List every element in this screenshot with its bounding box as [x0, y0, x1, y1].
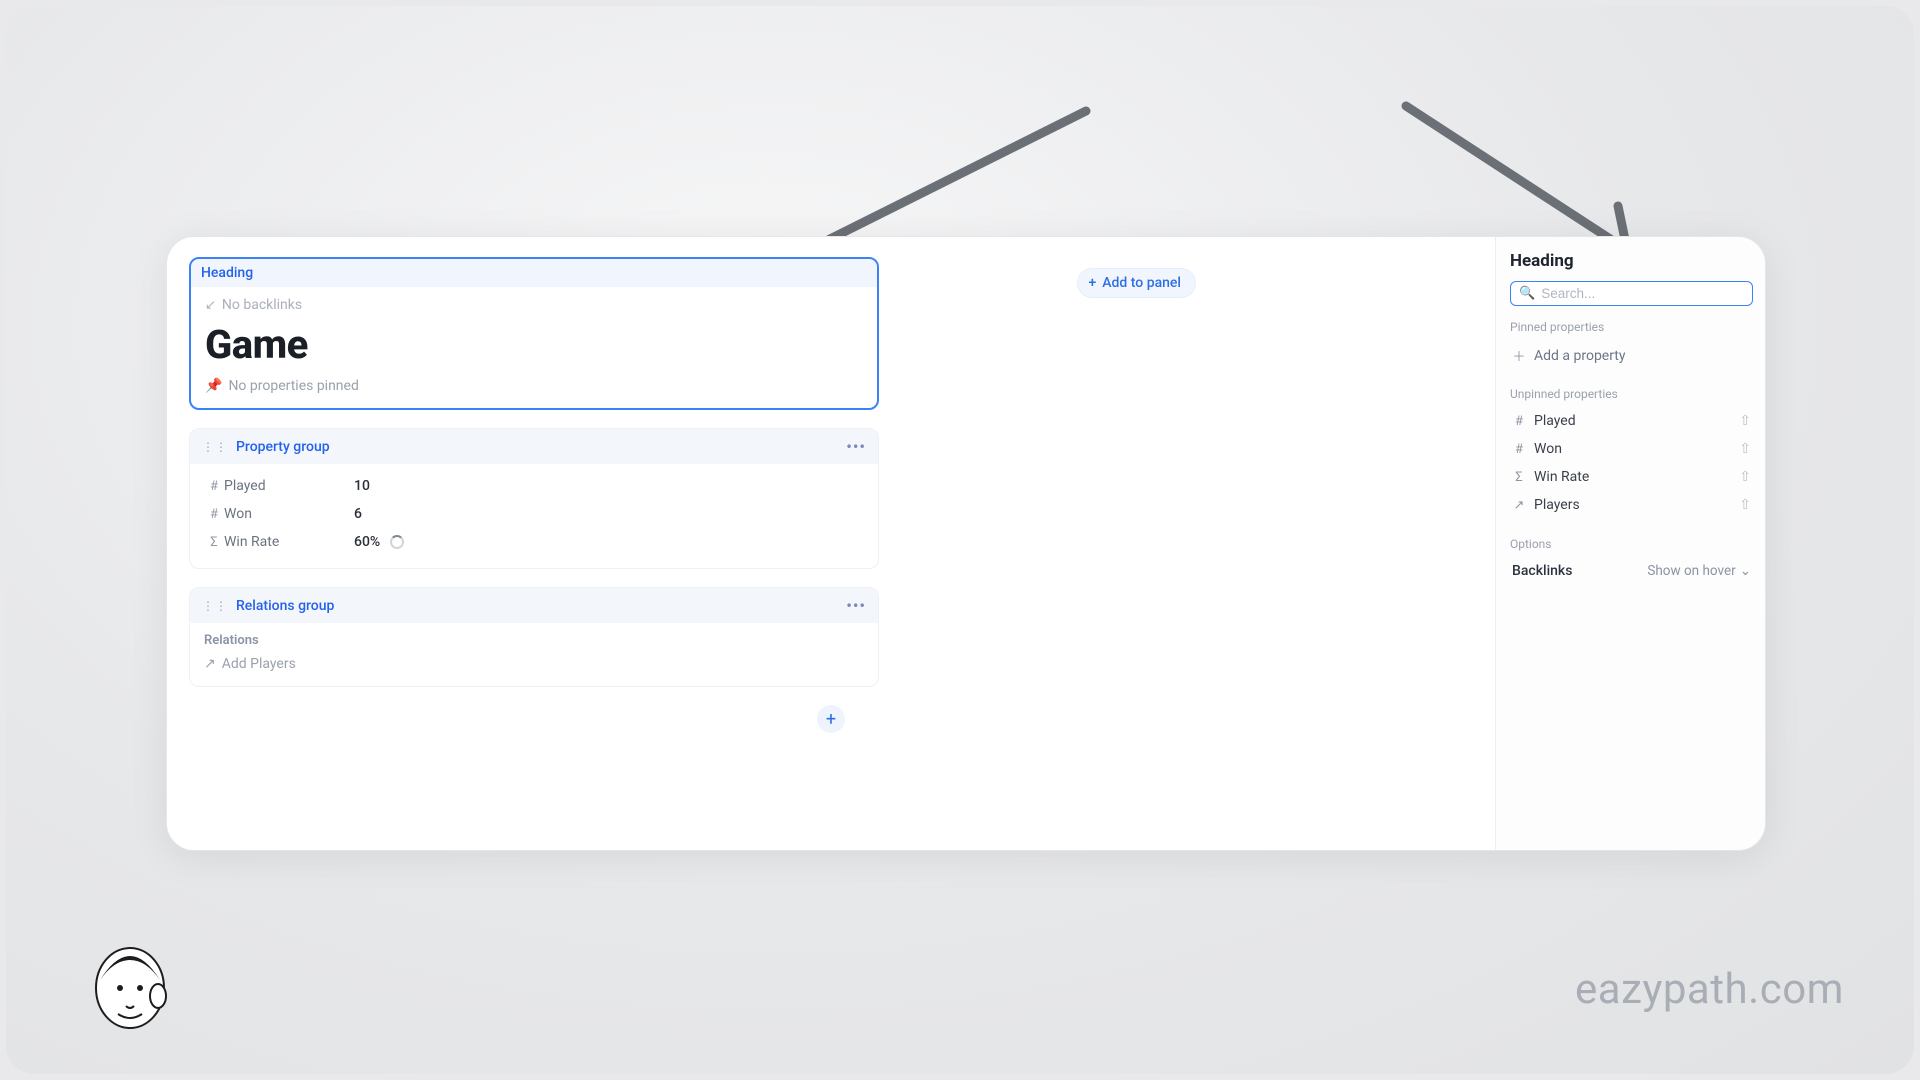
pin-icon[interactable]: ⇧ [1739, 497, 1751, 513]
side-property-name: Won [1534, 441, 1562, 457]
pin-icon: 📌 [205, 378, 222, 394]
side-property-name: Win Rate [1534, 469, 1589, 485]
no-pinned-label: No properties pinned [228, 378, 358, 394]
property-row[interactable]: # Played 10 [204, 472, 864, 500]
property-name: Played [224, 478, 354, 494]
backlinks-option-label: Backlinks [1512, 563, 1572, 579]
property-value: 10 [354, 478, 370, 494]
chevron-down-icon: ⌄ [1740, 563, 1751, 579]
plus-icon: + [1088, 275, 1096, 291]
plus-icon: ＋ [1512, 346, 1526, 365]
sigma-icon: Σ [1512, 470, 1526, 485]
add-players-label: Add Players [222, 656, 296, 672]
side-property-name: Played [1534, 413, 1576, 429]
drag-handle-icon[interactable]: ⋮⋮ [202, 441, 228, 453]
add-players-button[interactable]: ↗ Add Players [204, 656, 864, 672]
hash-icon: # [204, 507, 224, 522]
relations-group-label: Relations group [236, 598, 334, 614]
sigma-icon: Σ [204, 535, 224, 550]
stage: + Add to panel Heading ↙ No backlinks Ga… [6, 6, 1914, 1074]
main-pane: + Add to panel Heading ↙ No backlinks Ga… [167, 237, 1495, 850]
options-section-label: Options [1510, 537, 1753, 551]
hash-icon: # [1512, 442, 1526, 457]
property-group-header[interactable]: ⋮⋮ Property group ••• [190, 429, 878, 464]
add-property-button[interactable]: ＋ Add a property [1510, 340, 1753, 371]
plus-icon: + [826, 709, 836, 730]
add-block-button[interactable]: + [817, 705, 845, 733]
unpinned-section-label: Unpinned properties [1510, 387, 1753, 401]
app-window: + Add to panel Heading ↙ No backlinks Ga… [166, 236, 1766, 851]
property-name: Win Rate [224, 534, 354, 550]
backlinks-option[interactable]: Backlinks Show on hover ⌄ [1510, 557, 1753, 585]
side-property-name: Players [1534, 497, 1580, 513]
property-group: ⋮⋮ Property group ••• # Played 10 # Won … [189, 428, 879, 569]
add-to-panel-button[interactable]: + Add to panel [1078, 269, 1195, 297]
no-properties-pinned[interactable]: 📌 No properties pinned [205, 378, 863, 394]
side-panel: Heading 🔍 Pinned properties ＋ Add a prop… [1495, 237, 1765, 850]
loading-spinner-icon [390, 535, 404, 549]
relations-group: ⋮⋮ Relations group ••• Relations ↗ Add P… [189, 587, 879, 687]
no-backlinks-label: No backlinks [222, 297, 302, 313]
side-property-item[interactable]: Σ Win Rate ⇧ [1510, 463, 1753, 491]
side-panel-title: Heading [1510, 251, 1753, 271]
heading-block-label: Heading [191, 259, 877, 287]
avatar [86, 938, 174, 1034]
property-group-body: # Played 10 # Won 6 Σ Win Rate 60% [190, 464, 878, 568]
watermark: eazypath.com [1575, 965, 1844, 1014]
side-property-item[interactable]: # Played ⇧ [1510, 407, 1753, 435]
property-row[interactable]: # Won 6 [204, 500, 864, 528]
property-group-label: Property group [236, 439, 330, 455]
backlinks-option-value: Show on hover [1647, 563, 1735, 579]
property-value: 6 [354, 506, 362, 522]
pin-icon[interactable]: ⇧ [1739, 413, 1751, 429]
pin-icon[interactable]: ⇧ [1739, 441, 1751, 457]
drag-handle-icon[interactable]: ⋮⋮ [202, 600, 228, 612]
heading-block[interactable]: Heading ↙ No backlinks Game 📌 No propert… [189, 257, 879, 410]
search-input[interactable] [1541, 286, 1744, 301]
side-property-item[interactable]: ↗ Players ⇧ [1510, 491, 1753, 519]
property-name: Won [224, 506, 354, 522]
relations-group-header[interactable]: ⋮⋮ Relations group ••• [190, 588, 878, 623]
hash-icon: # [204, 479, 224, 494]
relation-arrow-icon: ↗ [204, 656, 216, 672]
relation-arrow-icon: ↗ [1512, 498, 1526, 513]
relations-subheader: Relations [204, 633, 864, 648]
side-property-item[interactable]: # Won ⇧ [1510, 435, 1753, 463]
property-group-more-icon[interactable]: ••• [846, 437, 866, 456]
search-icon: 🔍 [1519, 286, 1535, 301]
relations-group-more-icon[interactable]: ••• [846, 596, 866, 615]
add-property-label: Add a property [1534, 348, 1626, 364]
pinned-section-label: Pinned properties [1510, 320, 1753, 334]
property-value: 60% [354, 534, 380, 550]
backlink-icon: ↙ [205, 298, 216, 313]
page-title[interactable]: Game [205, 321, 863, 368]
no-backlinks[interactable]: ↙ No backlinks [205, 297, 863, 313]
pin-icon[interactable]: ⇧ [1739, 469, 1751, 485]
relations-group-body: Relations ↗ Add Players [190, 623, 878, 686]
search-input-wrapper[interactable]: 🔍 [1510, 281, 1753, 306]
property-row[interactable]: Σ Win Rate 60% [204, 528, 864, 556]
hash-icon: # [1512, 414, 1526, 429]
add-to-panel-label: Add to panel [1102, 275, 1181, 291]
